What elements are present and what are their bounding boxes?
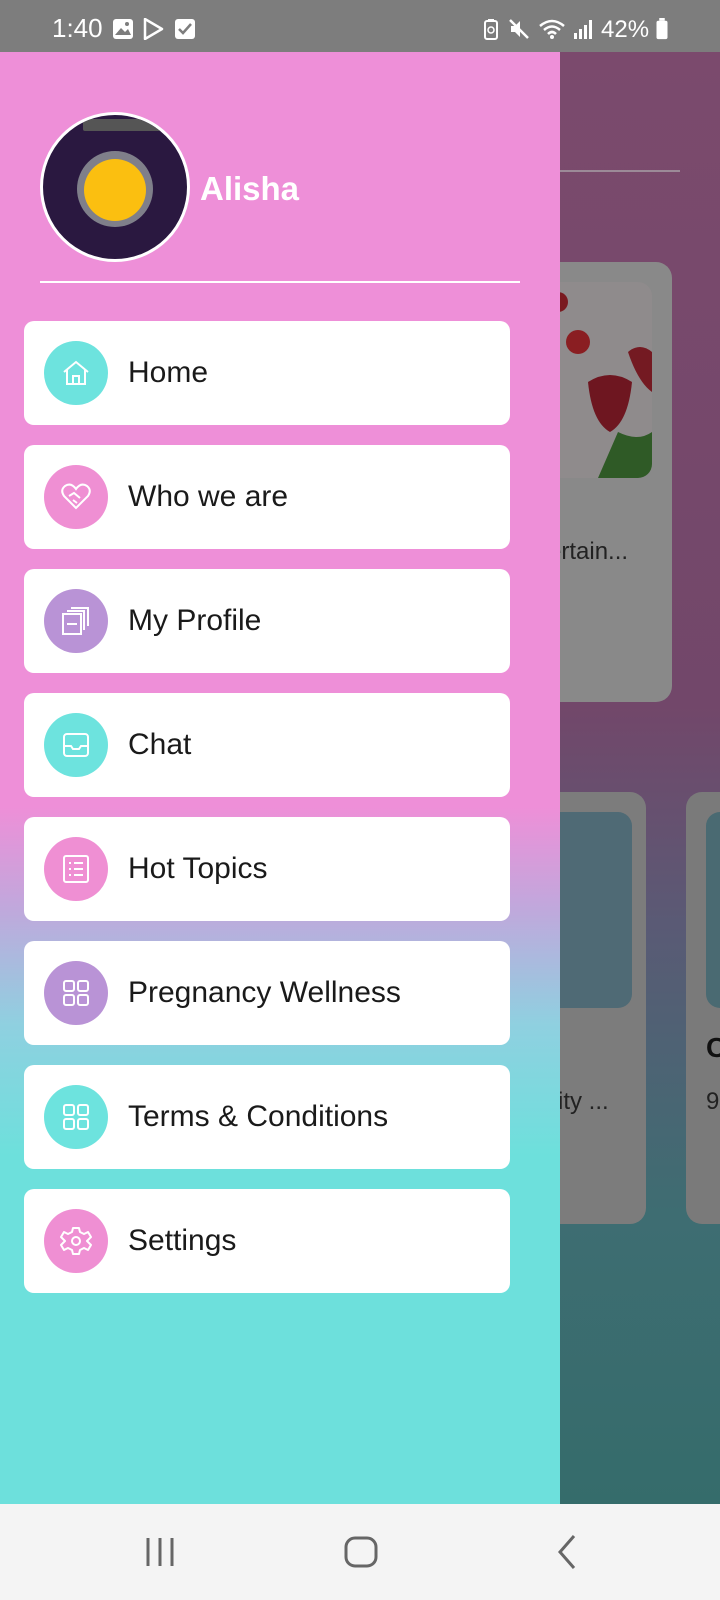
back-icon[interactable] [548,1532,588,1572]
background-card-image [706,812,720,1008]
battery-percent: 42% [601,16,650,43]
menu-item-label: Terms & Conditions [128,1100,389,1133]
avatar[interactable] [40,112,190,262]
play-store-icon [143,18,164,40]
menu-item-chat[interactable]: Chat [24,693,510,797]
drawer-divider [40,281,520,283]
home-icon [44,341,108,405]
background-card-title: C [706,1032,720,1063]
wifi-icon [539,19,565,39]
menu-item-who-we-are[interactable]: Who we are [24,445,510,549]
background-divider [560,170,680,172]
gallery-icon [113,19,133,39]
menu-item-label: Pregnancy Wellness [128,976,401,1009]
status-bar: 1:40 42% [0,0,720,52]
menu-item-hot-topics[interactable]: Hot Topics [24,817,510,921]
menu-item-terms-conditions[interactable]: Terms & Conditions [24,1065,510,1169]
menu-item-label: Hot Topics [128,852,268,885]
checkbox-icon [175,19,195,39]
heart-handshake-icon [44,465,108,529]
menu-item-label: Home [128,356,209,389]
background-card-text: ertain... [548,538,629,565]
status-time: 1:40 [52,13,103,43]
profile-cards-icon [44,589,108,653]
list-icon [44,837,108,901]
navigation-drawer: Alisha Home Who we are My Profile Chat H… [0,52,560,1504]
menu-item-label: My Profile [128,604,262,637]
menu-item-settings[interactable]: Settings [24,1189,510,1293]
grid-icon [44,961,108,1025]
battery-icon [656,18,668,40]
menu-item-home[interactable]: Home [24,321,510,425]
menu-item-label: Who we are [128,480,289,513]
grid-icon [44,1085,108,1149]
menu-item-pregnancy-wellness[interactable]: Pregnancy Wellness [24,941,510,1045]
recent-apps-icon[interactable] [140,1532,180,1572]
home-button-icon[interactable] [342,1532,382,1572]
background-card-text: 9 [706,1088,720,1115]
mute-icon [509,19,529,39]
gear-icon [44,1209,108,1273]
signal-icon [574,20,592,39]
battery-saver-icon [484,19,498,40]
menu-item-label: Settings [128,1224,237,1257]
background-card: C 9 [686,792,720,1224]
menu-item-label: Chat [128,728,192,761]
menu-item-my-profile[interactable]: My Profile [24,569,510,673]
inbox-icon [44,713,108,777]
user-name: Alisha [200,170,300,207]
system-nav-bar [0,1504,720,1600]
